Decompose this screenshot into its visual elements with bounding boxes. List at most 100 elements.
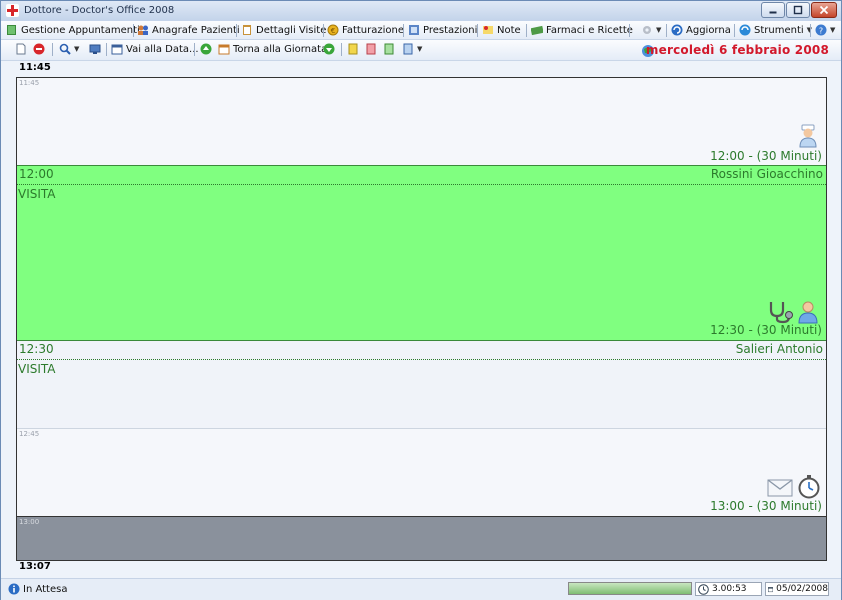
timer-value: 3.00:53: [712, 584, 747, 594]
appointment-block[interactable]: 12:00 Rossini Gioacchino VISITA 12:30 - …: [17, 165, 826, 341]
clipboard-icon: [243, 25, 251, 35]
nurse-icon: [799, 124, 817, 148]
services-icon: [409, 25, 419, 35]
new-button[interactable]: [15, 42, 27, 56]
stop-icon: [33, 43, 45, 55]
menu-label: Dettagli Visite: [256, 24, 327, 36]
back-to-day-button[interactable]: Torna alla Giornata: [218, 42, 327, 56]
menu-anagrafe-pazienti[interactable]: Anagrafe Pazienti: [137, 23, 240, 37]
menu-dettagli-visite[interactable]: Dettagli Visite: [241, 23, 326, 37]
menu-aggiorna[interactable]: Aggiorna: [671, 23, 731, 37]
back-to-day-label: Torna alla Giornata: [233, 43, 328, 55]
separator: [194, 43, 195, 56]
menu-label: Gestione Appuntamenti: [21, 24, 140, 36]
separator: [526, 24, 527, 37]
separator: [810, 24, 811, 37]
separator: [477, 24, 478, 37]
doc-red-button[interactable]: [365, 42, 377, 56]
calendar-small-icon: [768, 586, 774, 592]
menu-prestazioni[interactable]: Prestazioni: [408, 23, 477, 37]
slot-footer-1200: 12:00 - (30 Minuti): [710, 149, 822, 163]
coin-icon: €: [327, 24, 339, 36]
tools-icon: [739, 24, 751, 36]
separator: [341, 43, 342, 56]
document-red-icon: [366, 43, 376, 55]
stopwatch-icon: [798, 475, 820, 499]
slot-label-1145: 11:45: [19, 79, 40, 87]
arrow-down-icon: [323, 43, 335, 55]
separator: [323, 24, 324, 37]
day-calendar[interactable]: 11:45 12:00 - (30 Minuti) 12:00 Rossini …: [16, 77, 827, 561]
title-bar: Dottore - Doctor's Office 2008: [1, 1, 841, 22]
end-time-label: 13:07: [19, 561, 51, 572]
menu-fatturazione[interactable]: € Fatturazione: [327, 23, 404, 37]
menu-label: Strumenti: [754, 24, 804, 36]
goto-date-label: Vai alla Data...: [126, 43, 199, 55]
appointment-header: 12:00 Rossini Gioacchino: [17, 166, 826, 185]
window-title: Dottore - Doctor's Office 2008: [24, 5, 175, 16]
patient-name[interactable]: Rossini Gioacchino: [711, 167, 823, 181]
info-icon: [8, 583, 20, 595]
goto-date-button[interactable]: Vai alla Data...: [111, 42, 199, 56]
separator: [133, 24, 134, 37]
screen-button[interactable]: [89, 42, 101, 56]
stethoscope-icon: [769, 302, 793, 324]
minimize-button[interactable]: [761, 2, 785, 18]
document-multi-icon: [403, 43, 413, 55]
appointment-type: VISITA: [18, 187, 56, 201]
separator: [403, 24, 404, 37]
progress-bar: [568, 582, 692, 595]
menu-label: Note: [497, 24, 521, 36]
menu-label: Anagrafe Pazienti: [152, 24, 240, 36]
menu-gestione-appuntamenti[interactable]: Gestione Appuntamenti: [6, 23, 140, 37]
menu-strumenti[interactable]: Strumenti ▼: [739, 23, 812, 37]
doc-yellow-button[interactable]: [347, 42, 359, 56]
separator: [629, 24, 630, 37]
search-dropdown[interactable]: ▼: [59, 42, 79, 56]
separator: [734, 24, 735, 37]
menu-note[interactable]: Note: [482, 23, 521, 37]
search-icon: [59, 43, 71, 55]
new-document-icon: [16, 43, 26, 55]
calendar-icon: [111, 44, 123, 55]
start-time-label: 11:45: [19, 62, 51, 73]
patient-name[interactable]: Salieri Antonio: [736, 342, 823, 356]
doc-green-button[interactable]: [383, 42, 395, 56]
status-bar: In Attesa 3.00:53 05/02/2008: [1, 578, 841, 600]
money-icon: [531, 25, 543, 36]
today-icon: [218, 44, 230, 55]
appointment-type: VISITA: [18, 362, 56, 376]
unavailable-slot: 13:00: [17, 516, 826, 560]
appointment-time: 12:00: [19, 167, 54, 181]
slot-label-1300: 13:00: [19, 518, 40, 526]
note-icon: [483, 26, 493, 34]
appointment-block[interactable]: 12:30 Salieri Antonio VISITA: [17, 341, 826, 429]
chevron-down-icon: ▼: [417, 45, 423, 53]
current-date: mercoledì 6 febbraio 2008: [645, 43, 829, 57]
document-yellow-icon: [348, 43, 358, 55]
menu-settings-dropdown[interactable]: ▼: [641, 23, 661, 37]
help-dropdown[interactable]: ? ▼: [815, 23, 835, 37]
monitor-icon: [89, 44, 101, 54]
menu-farmaci-ricette[interactable]: Farmaci e Ricette: [531, 23, 633, 37]
status-date: 05/02/2008: [776, 584, 828, 594]
close-button[interactable]: [811, 2, 837, 18]
menu-bar: Gestione Appuntamenti Anagrafe Pazienti …: [1, 21, 841, 40]
svg-text:?: ?: [819, 27, 823, 36]
slot-footer-1230: 12:30 - (30 Minuti): [710, 323, 822, 337]
date-panel: 05/02/2008: [765, 582, 829, 596]
chevron-down-icon: ▼: [74, 45, 80, 53]
maximize-button[interactable]: [786, 2, 810, 18]
chevron-down-icon: ▼: [656, 26, 662, 34]
gear-icon: [643, 26, 651, 34]
delete-button[interactable]: [33, 42, 45, 56]
people-icon: [138, 25, 148, 35]
next-day-button[interactable]: [323, 42, 335, 56]
medical-cross-icon: [6, 4, 19, 17]
doc-multi-dropdown[interactable]: ▼: [402, 42, 422, 56]
progress-fill: [569, 583, 691, 594]
update-icon: [671, 24, 683, 36]
svg-text:€: €: [331, 27, 335, 35]
clock-icon: [698, 583, 709, 595]
prev-day-button[interactable]: [200, 42, 212, 56]
